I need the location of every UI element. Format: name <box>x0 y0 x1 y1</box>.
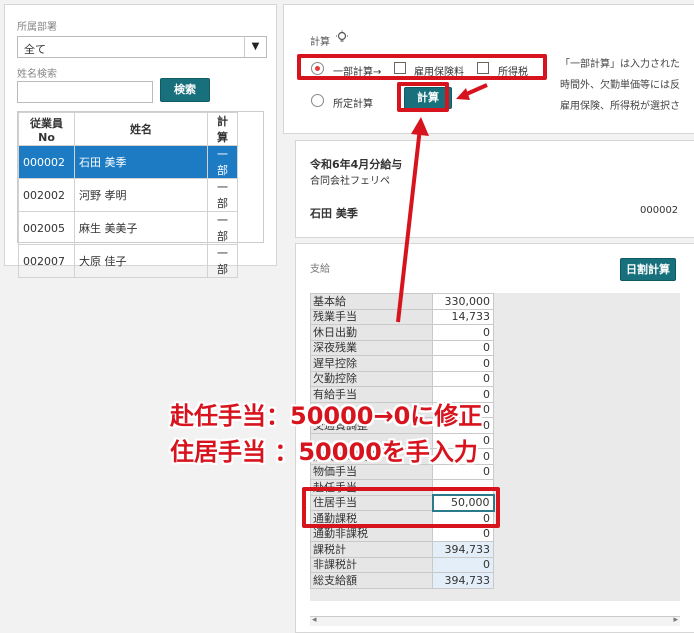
employee-table-wrapper: 従業員No 姓名 計算 000002 石田 美季 一部 002002 河野 孝明… <box>17 111 264 278</box>
pay-row-value[interactable]: 0 <box>432 370 494 387</box>
employee-row[interactable]: 002007 大原 佳子 一部 <box>18 244 238 278</box>
payslip-title: 令和6年4月分給与 <box>310 158 403 171</box>
search-button[interactable]: 検索 <box>160 78 210 102</box>
pay-row: 基本給 330,000 <box>310 293 494 310</box>
pay-row-value: 394,733 <box>432 572 494 589</box>
annotation-line-2: 住居手当 ：50000を手入力 <box>170 438 478 466</box>
employee-no[interactable]: 002002 <box>18 178 75 212</box>
highlight-box-calc-options <box>297 54 547 80</box>
info-text-line: 雇用保険、所得税が選択さ <box>560 101 680 112</box>
lightbulb-icon <box>335 30 349 47</box>
payslip-employee-name: 石田 美季 <box>310 207 358 220</box>
employee-name[interactable]: 麻生 美美子 <box>74 211 208 245</box>
pay-row-value[interactable]: 0 <box>432 525 494 542</box>
pay-row-label: 通勤非課税 <box>310 525 433 542</box>
highlight-box-allowance-rows <box>302 487 500 528</box>
employee-calc[interactable]: 一部 <box>207 145 238 179</box>
highlight-box-calc-button <box>397 82 449 112</box>
pay-row-label: 総支給額 <box>310 572 433 589</box>
employee-row[interactable]: 002002 河野 孝明 一部 <box>18 178 238 212</box>
employee-calc[interactable]: 一部 <box>207 178 238 212</box>
pay-row: 欠勤控除 0 <box>310 370 494 387</box>
employee-list-panel: 所属部署 全て ▼ 姓名検索 検索 従業員No 姓名 計算 000002 石田 … <box>4 4 277 278</box>
name-search-label: 姓名検索 <box>17 69 57 80</box>
info-text-line: 「一部計算」は入力された <box>560 59 680 70</box>
pay-row: 残業手当 14,733 <box>310 308 494 325</box>
col-header-calc: 計算 <box>207 112 238 146</box>
pay-row: 通勤非課税 0 <box>310 525 494 542</box>
daily-calc-button[interactable]: 日割計算 <box>620 258 676 281</box>
pay-row-label: 基本給 <box>310 293 433 310</box>
name-search-input[interactable] <box>17 81 153 103</box>
dept-label: 所属部署 <box>17 22 57 33</box>
employee-no[interactable]: 000002 <box>18 145 75 179</box>
pay-row-value[interactable]: 0 <box>432 355 494 372</box>
pay-row-value[interactable]: 0 <box>432 339 494 356</box>
pay-row-value: 0 <box>432 556 494 573</box>
fixed-calc-radio[interactable] <box>311 94 324 107</box>
employee-calc[interactable]: 一部 <box>207 244 238 278</box>
dept-select-value: 全て <box>24 43 46 56</box>
pay-row-value[interactable]: 0 <box>432 324 494 341</box>
employee-table: 従業員No 姓名 計算 000002 石田 美季 一部 002002 河野 孝明… <box>18 112 238 278</box>
pay-row-value[interactable]: 14,733 <box>432 308 494 325</box>
payment-section-label: 支給 <box>310 264 330 275</box>
pay-row: 深夜残業 0 <box>310 339 494 356</box>
annotation-line-1: 赴任手当：50000→0に修正 <box>170 402 483 430</box>
scroll-right-icon[interactable]: ▸ <box>673 615 678 625</box>
employee-no[interactable]: 002005 <box>18 211 75 245</box>
scroll-left-icon[interactable]: ◂ <box>312 615 317 625</box>
col-header-name: 姓名 <box>74 112 208 146</box>
pay-row-value[interactable]: 330,000 <box>432 293 494 310</box>
employee-name[interactable]: 河野 孝明 <box>74 178 208 212</box>
pay-row-label: 遅早控除 <box>310 355 433 372</box>
employee-no[interactable]: 002007 <box>18 244 75 278</box>
employee-calc[interactable]: 一部 <box>207 211 238 245</box>
info-text-line: 時間外、欠勤単価等には反 <box>560 80 680 91</box>
pay-row: 総支給額 394,733 <box>310 572 494 589</box>
pay-row-label: 残業手当 <box>310 308 433 325</box>
horizontal-scrollbar[interactable]: ◂ ▸ <box>310 615 680 626</box>
company-name: 合同会社フェリペ <box>310 176 390 187</box>
employee-row[interactable]: 000002 石田 美季 一部 <box>18 145 238 179</box>
pay-row-value: 394,733 <box>432 541 494 558</box>
employee-name[interactable]: 石田 美季 <box>74 145 208 179</box>
employee-name[interactable]: 大原 佳子 <box>74 244 208 278</box>
pay-row-label: 欠勤控除 <box>310 370 433 387</box>
employee-row[interactable]: 002005 麻生 美美子 一部 <box>18 211 238 245</box>
pay-row-label: 深夜残業 <box>310 339 433 356</box>
calc-title: 計算 <box>310 37 330 48</box>
col-header-no: 従業員No <box>18 112 75 146</box>
pay-row: 課税計 394,733 <box>310 541 494 558</box>
pay-row-label: 課税計 <box>310 541 433 558</box>
pay-row: 非課税計 0 <box>310 556 494 573</box>
pay-row: 遅早控除 0 <box>310 355 494 372</box>
pay-row-label: 非課税計 <box>310 556 433 573</box>
pay-row-label: 休日出勤 <box>310 324 433 341</box>
dept-select[interactable]: 全て ▼ <box>17 36 267 58</box>
payslip-header-panel: 令和6年4月分給与 合同会社フェリペ 石田 美季 000002 <box>295 140 694 238</box>
payslip-employee-no: 000002 <box>640 205 679 216</box>
fixed-calc-label: 所定計算 <box>333 99 373 110</box>
employee-table-header: 従業員No 姓名 計算 <box>18 112 238 146</box>
pay-row: 休日出勤 0 <box>310 324 494 341</box>
chevron-down-icon[interactable]: ▼ <box>244 37 266 57</box>
